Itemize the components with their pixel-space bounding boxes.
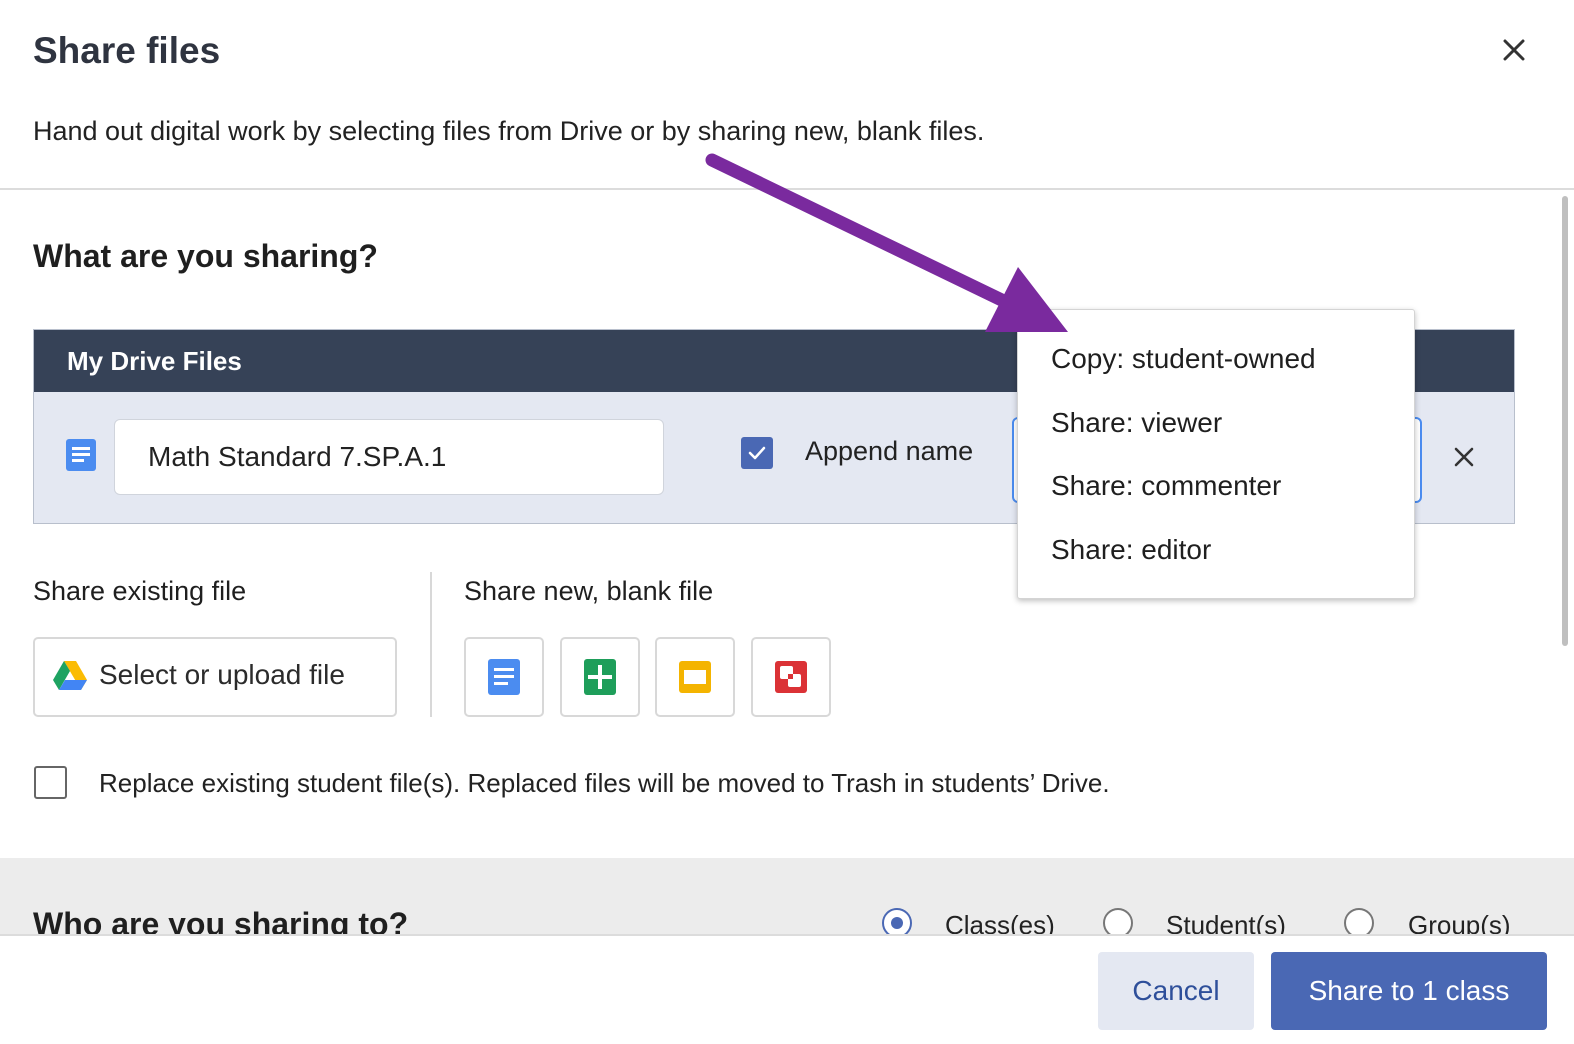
share-mode-dropdown: Copy: student-owned Share: viewer Share:… — [1017, 309, 1415, 599]
option-share-commenter[interactable]: Share: commenter — [1051, 470, 1281, 502]
replace-files-label: Replace existing student file(s). Replac… — [99, 768, 1110, 798]
share-new-label: Share new, blank file — [464, 576, 714, 606]
new-sheet-button[interactable] — [560, 637, 640, 717]
dialog-header: Share files Hand out digital work by sel… — [0, 0, 1574, 190]
new-doc-button[interactable] — [464, 637, 544, 717]
select-upload-label: Select or upload file — [99, 659, 345, 690]
option-share-viewer[interactable]: Share: viewer — [1051, 407, 1222, 439]
select-upload-button[interactable]: Select or upload file — [33, 637, 397, 717]
new-slides-button[interactable] — [655, 637, 735, 717]
google-docs-icon — [488, 659, 520, 695]
cancel-button[interactable]: Cancel — [1098, 952, 1254, 1030]
google-docs-icon — [66, 439, 96, 471]
share-button[interactable]: Share to 1 class — [1271, 952, 1547, 1030]
google-slides-icon — [679, 661, 711, 693]
radio-classes-label: Class(es) — [945, 910, 1055, 934]
radio-classes[interactable] — [882, 908, 912, 934]
append-name-checkbox[interactable] — [741, 437, 773, 469]
radio-groups[interactable] — [1344, 908, 1374, 934]
divider — [430, 572, 432, 717]
google-drawings-icon — [775, 661, 807, 693]
replace-files-checkbox[interactable] — [34, 766, 67, 799]
append-name-label: Append name — [805, 436, 974, 466]
sharing-question: What are you sharing? — [33, 238, 378, 274]
dialog-subtitle: Hand out digital work by selecting files… — [33, 116, 985, 146]
radio-students[interactable] — [1103, 908, 1133, 934]
option-copy-student-owned[interactable]: Copy: student-owned — [1051, 343, 1316, 375]
google-sheets-icon — [584, 659, 616, 695]
radio-students-label: Student(s) — [1166, 910, 1286, 934]
file-name-input[interactable] — [114, 419, 664, 495]
radio-groups-label: Group(s) — [1408, 910, 1511, 934]
new-drawing-button[interactable] — [751, 637, 831, 717]
google-drive-icon — [53, 661, 87, 690]
close-icon[interactable] — [1494, 30, 1534, 70]
recipients-section: Who are you sharing to? Class(es) Studen… — [0, 858, 1574, 934]
recipients-question: Who are you sharing to? — [33, 906, 409, 934]
dialog-title: Share files — [33, 30, 221, 71]
remove-file-icon[interactable] — [1447, 440, 1481, 474]
share-existing-label: Share existing file — [33, 576, 247, 606]
dialog-footer: Cancel Share to 1 class — [0, 934, 1574, 1044]
drive-files-title: My Drive Files — [67, 346, 242, 376]
option-share-editor[interactable]: Share: editor — [1051, 534, 1211, 566]
check-icon — [748, 446, 766, 460]
scrollbar[interactable] — [1562, 196, 1568, 646]
